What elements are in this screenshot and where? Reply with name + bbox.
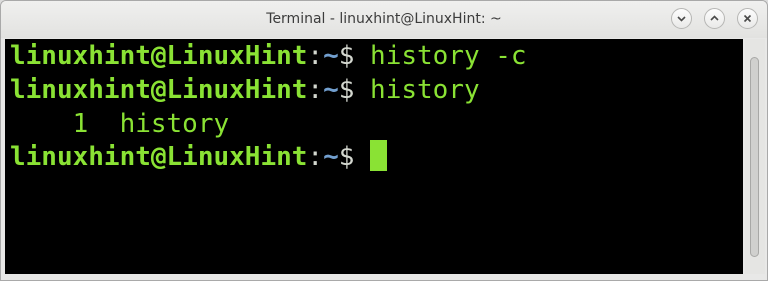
terminal-line: linuxhint@LinuxHint:~$ history bbox=[10, 73, 480, 107]
prompt-dollar: $ bbox=[338, 75, 371, 105]
terminal-window: Terminal - linuxhint@LinuxHint: ~ linuxh… bbox=[0, 0, 768, 281]
command-output: 1 history bbox=[10, 109, 230, 139]
close-icon bbox=[743, 14, 752, 23]
vertical-scrollbar[interactable] bbox=[745, 39, 765, 274]
prompt-dollar: $ bbox=[338, 41, 371, 71]
prompt-user-host: linuxhint@LinuxHint bbox=[10, 142, 308, 172]
minimize-button[interactable] bbox=[671, 8, 692, 29]
prompt-colon: : bbox=[307, 41, 324, 71]
prompt-user-host: linuxhint@LinuxHint bbox=[10, 75, 308, 105]
chevron-down-icon bbox=[677, 16, 686, 22]
maximize-button[interactable] bbox=[704, 8, 725, 29]
text-cursor bbox=[370, 140, 388, 171]
close-button[interactable] bbox=[737, 8, 758, 29]
chevron-up-icon bbox=[710, 15, 719, 21]
prompt-user-host: linuxhint@LinuxHint bbox=[10, 41, 308, 71]
terminal-line: 1 history bbox=[10, 107, 230, 141]
terminal-output-area[interactable]: linuxhint@LinuxHint:~$ history -c linuxh… bbox=[5, 39, 743, 274]
scrollbar-thumb[interactable] bbox=[750, 57, 759, 257]
prompt-dollar: $ bbox=[338, 142, 371, 172]
prompt-colon: : bbox=[307, 75, 324, 105]
prompt-colon: : bbox=[307, 142, 324, 172]
window-title: Terminal - linuxhint@LinuxHint: ~ bbox=[266, 11, 502, 27]
command-text: history -c bbox=[370, 41, 527, 71]
terminal-line: linuxhint@LinuxHint:~$ history -c bbox=[10, 39, 527, 73]
command-text: history bbox=[370, 75, 480, 105]
prompt-path: ~ bbox=[323, 142, 339, 172]
title-bar[interactable]: Terminal - linuxhint@LinuxHint: ~ bbox=[1, 1, 767, 38]
prompt-path: ~ bbox=[323, 75, 339, 105]
terminal-line: linuxhint@LinuxHint:~$ bbox=[10, 140, 388, 174]
prompt-path: ~ bbox=[323, 41, 339, 71]
